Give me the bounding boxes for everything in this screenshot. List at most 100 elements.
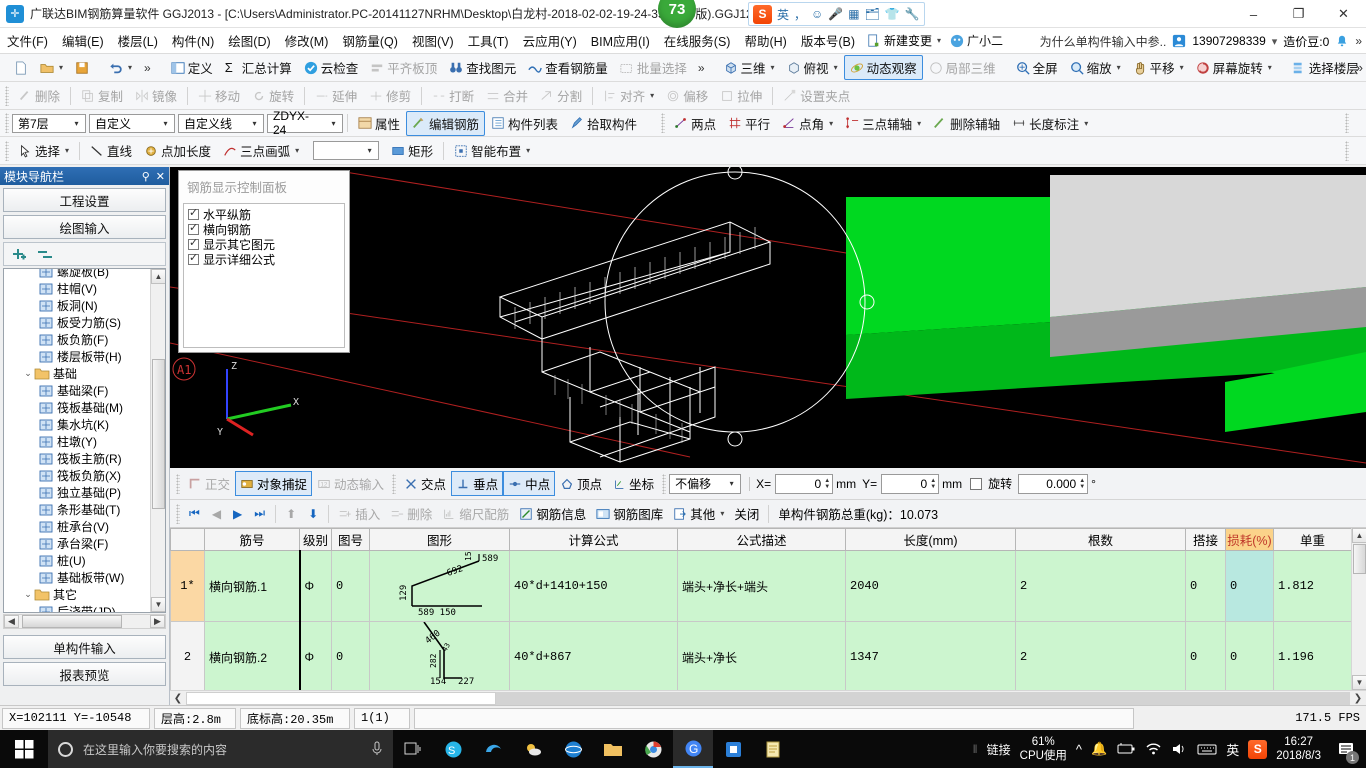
cell-grade[interactable]: Φ	[299, 550, 332, 622]
keyboard-icon[interactable]	[1197, 743, 1217, 756]
chevron-down-icon[interactable]: ▾	[834, 63, 838, 72]
object-snap-toggle[interactable]: 对象捕捉	[235, 471, 313, 496]
th-rownum[interactable]	[170, 528, 205, 551]
chevron-down-icon[interactable]: ▾	[128, 63, 132, 72]
three-point-arc-button[interactable]: 三点画弧 ▾	[217, 138, 305, 163]
rotate-input[interactable]: 0.000 ▲ ▼	[1018, 473, 1089, 494]
chevron-down-icon[interactable]: ▾	[1180, 63, 1184, 72]
type-selector[interactable]: 自定义线 ▾	[178, 113, 264, 133]
ie-icon[interactable]	[553, 730, 593, 768]
chevron-down-icon[interactable]: ▾	[771, 63, 775, 72]
open-file-button[interactable]: ▾	[34, 58, 69, 78]
rotate-checkbox[interactable]	[970, 477, 983, 490]
phone-label[interactable]: 13907298339	[1192, 34, 1265, 48]
spinner-buttons[interactable]: ▲ ▼	[1079, 478, 1085, 490]
menu-view[interactable]: 视图(V)	[405, 28, 461, 53]
wifi-icon[interactable]	[1145, 742, 1162, 756]
smart-layout-button[interactable]: 智能布置 ▾	[448, 138, 536, 163]
spinner-buttons[interactable]: ▲ ▼	[824, 478, 830, 490]
cell-formula-desc[interactable]: 端头+净长	[677, 621, 846, 693]
close-icon[interactable]: ✕	[156, 170, 165, 183]
single-component-input-button[interactable]: 单构件输入	[3, 635, 166, 659]
notification-badge[interactable]: 73	[658, 0, 696, 28]
prev-record-button[interactable]: ◀	[206, 507, 227, 521]
chrome-icon[interactable]	[633, 730, 673, 768]
chevron-down-icon[interactable]: ▾	[917, 119, 921, 128]
cell-unit-weight[interactable]: 1.812	[1273, 550, 1352, 622]
delete-axis-button[interactable]: 删除辅轴	[927, 111, 1006, 136]
topview-button[interactable]: 俯视 ▾	[781, 55, 844, 80]
set-grip-button[interactable]: 设置夹点	[777, 83, 856, 108]
cell-formula-desc[interactable]: 端头+净长+端头	[677, 550, 846, 622]
ime-floating-bar[interactable]: S 英 ， ☺ 🎤 ▦ 🗂 👕 🔧	[748, 2, 925, 26]
offset-mode-selector[interactable]: 不偏移 ▾	[669, 473, 742, 494]
zoom-button[interactable]: 缩放 ▾	[1064, 55, 1127, 80]
move-down-button[interactable]: ⬇	[302, 507, 324, 521]
line-tool-button[interactable]: 直线	[84, 138, 138, 163]
maximize-button[interactable]: ❐	[1276, 0, 1321, 28]
tree-item-17[interactable]: 桩(U)	[4, 552, 149, 569]
split-button[interactable]: 分割	[534, 83, 588, 108]
toolbar-grip[interactable]	[661, 113, 666, 133]
tree-item-5[interactable]: 楼层板带(H)	[4, 348, 149, 365]
th-length[interactable]: 长度(mm)	[845, 528, 1016, 551]
explorer-icon[interactable]	[593, 730, 633, 768]
cell-rownum[interactable]: 1*	[170, 550, 205, 622]
toolbar-grip[interactable]	[5, 140, 9, 161]
ortho-toggle[interactable]: 正交	[183, 471, 235, 496]
table-row[interactable]: 2 横向钢筋.2 Φ 0 460 43 282 154 227 40*d+867…	[170, 621, 1352, 693]
checkbox-horizontal-longitudinal-rebar[interactable]	[188, 206, 199, 220]
cell-rownum[interactable]: 2	[170, 621, 205, 693]
table-vertical-scrollbar[interactable]: ▲ ▼	[1351, 528, 1366, 690]
tree-item-12[interactable]: 筏板负筋(X)	[4, 467, 149, 484]
scroll-down-button[interactable]: ▼	[151, 597, 165, 612]
tree-expander-icon[interactable]: ⌄	[22, 368, 34, 379]
hint-link[interactable]: 为什么单构件输入中参..	[1040, 33, 1167, 50]
google-icon[interactable]: G	[673, 730, 713, 768]
checkbox-show-other-elements[interactable]	[188, 236, 199, 250]
menubar-overflow-button[interactable]: »	[1355, 34, 1362, 48]
bell-icon[interactable]	[1335, 34, 1349, 48]
chevron-down-icon[interactable]: ▾	[70, 119, 83, 128]
intersection-snap-toggle[interactable]: 交点	[399, 471, 451, 496]
option-row[interactable]: 水平纵筋	[188, 206, 344, 222]
tree-item-8[interactable]: 筏板基础(M)	[4, 399, 149, 416]
drawing-input-button[interactable]: 绘图输入	[3, 215, 166, 239]
menu-online-service[interactable]: 在线服务(S)	[657, 28, 738, 53]
scroll-up-button[interactable]: ▲	[151, 269, 165, 284]
ime-punct-icon[interactable]: ，	[794, 6, 806, 23]
three-d-button[interactable]: 三维 ▾	[718, 55, 781, 80]
battery-icon[interactable]	[1116, 742, 1136, 756]
cell-formula[interactable]: 40*d+1410+150	[509, 550, 678, 622]
cell-figure-no[interactable]: 0	[331, 621, 370, 693]
copy-button[interactable]: 复制	[75, 83, 129, 108]
dynamic-input-toggle[interactable]: 12 动态输入	[312, 471, 389, 496]
th-figure-no[interactable]: 图号	[331, 528, 370, 551]
table-horizontal-scrollbar[interactable]: ❮ ❯	[170, 690, 1366, 705]
tree-item-19[interactable]: ⌄ 其它	[4, 586, 149, 603]
cell-count[interactable]: 2	[1015, 550, 1186, 622]
pan-button[interactable]: 平移 ▾	[1127, 55, 1190, 80]
menu-bim-app[interactable]: BIM应用(I)	[584, 28, 657, 53]
coins-label[interactable]: 造价豆:0	[1283, 33, 1329, 50]
report-preview-button[interactable]: 报表预览	[3, 662, 166, 686]
ime-voice-icon[interactable]: 🎤	[828, 7, 843, 21]
cell-formula[interactable]: 40*d+867	[509, 621, 678, 693]
tree-expander-icon[interactable]: ⌄	[22, 589, 34, 600]
rotate-button[interactable]: 旋转	[246, 83, 300, 108]
menu-draw[interactable]: 绘图(D)	[221, 28, 277, 53]
link-label[interactable]: 链接	[987, 741, 1011, 758]
ime-skin-icon[interactable]: 👕	[885, 7, 900, 21]
toolbar-overflow-left[interactable]: »	[138, 61, 157, 75]
close-grid-button[interactable]: 关闭	[729, 502, 764, 525]
batch-select-button[interactable]: 批量选择	[614, 55, 693, 80]
toolbar-grip[interactable]	[5, 85, 9, 106]
tree-item-2[interactable]: 板洞(N)	[4, 297, 149, 314]
tree-item-15[interactable]: 桩承台(V)	[4, 518, 149, 535]
length-dim-button[interactable]: 长度标注 ▾	[1006, 111, 1094, 136]
taskbar-search-box[interactable]: 在这里输入你要搜索的内容	[48, 730, 393, 768]
x-offset-input[interactable]: 0 ▲ ▼	[775, 473, 834, 494]
menu-rebar-qty[interactable]: 钢筋量(Q)	[335, 28, 405, 53]
task-view-icon[interactable]	[393, 730, 433, 768]
table-hscroll-thumb[interactable]	[186, 691, 496, 705]
